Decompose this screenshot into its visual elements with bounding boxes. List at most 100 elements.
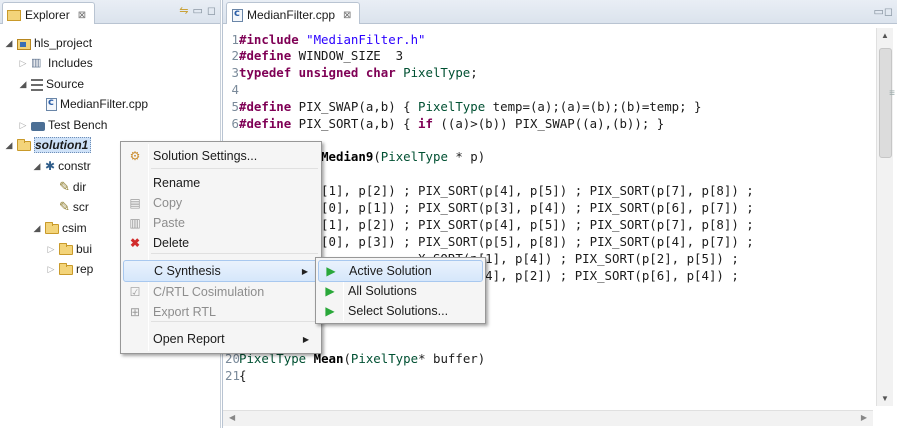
tree-item-label: Test Bench: [48, 118, 108, 132]
expanded-arrow-icon[interactable]: ◢: [4, 38, 14, 49]
code-line[interactable]: 2#define WINDOW_SIZE 3: [225, 48, 404, 64]
explorer-tabbar: Explorer ⊠ ⇋ ▭ ◻: [0, 0, 220, 24]
tree-item-label: constr: [58, 159, 91, 173]
editor-tabbar: MedianFilter.cpp ⊠ ▭◻: [223, 0, 897, 24]
scroll-left-icon[interactable]: ◀: [229, 413, 235, 422]
tree-item[interactable]: ▷ bui: [46, 239, 92, 259]
code-token: #define: [239, 99, 292, 114]
code-token: PIX_SWAP(a,b) {: [291, 99, 419, 114]
editor-tab[interactable]: MedianFilter.cpp ⊠: [226, 2, 361, 24]
expanded-arrow-icon[interactable]: ◢: [32, 223, 42, 234]
code-token: PIX_SORT(a,b) {: [291, 116, 419, 131]
overview-ruler-icon: ≡: [889, 88, 895, 99]
expanded-arrow-icon[interactable]: ◢: [18, 79, 28, 90]
code-token: * p): [447, 149, 486, 164]
code-area[interactable]: 1#include "MedianFilter.h" 2#define WINDO…: [225, 28, 875, 408]
copy-icon: ▤: [129, 196, 141, 210]
tree-item-label: rep: [76, 262, 94, 276]
tree-item[interactable]: ▷ ▥ Includes: [18, 53, 93, 73]
tree-item[interactable]: ◢ Source: [18, 74, 85, 94]
code-line[interactable]: 1#include "MedianFilter.h": [225, 32, 426, 48]
tree-item-label: Source: [46, 77, 85, 91]
minimize-icon[interactable]: ▭: [192, 5, 202, 17]
menu-item-open-report[interactable]: Open Report ▶: [123, 328, 319, 350]
code-line[interactable]: 3typedef unsigned char PixelType;: [225, 65, 478, 81]
menu-item-copy[interactable]: ▤ Copy: [123, 192, 319, 214]
tree-item-label: dir: [72, 180, 87, 194]
menu-item-delete[interactable]: ✖ Delete: [123, 232, 319, 254]
code-line[interactable]: 4: [225, 82, 239, 98]
explorer-tab[interactable]: Explorer ⊠: [2, 2, 96, 24]
collapsed-arrow-icon[interactable]: ▷: [46, 264, 56, 275]
explorer-tab-icon: [7, 10, 21, 21]
maximize-icon[interactable]: ▭◻: [873, 5, 893, 18]
code-token: PixelType: [403, 65, 471, 80]
submenu-arrow-icon: ▶: [302, 334, 309, 344]
code-token: if: [418, 116, 433, 131]
menu-item-paste[interactable]: ▥ Paste: [123, 212, 319, 234]
test-bench-icon: [31, 122, 45, 131]
menu-separator: [151, 253, 318, 254]
source-folder-icon: [31, 78, 43, 91]
cpp-file-icon: [46, 97, 57, 111]
menu-item-label: Export RTL: [153, 305, 216, 319]
code-editor: MedianFilter.cpp ⊠ ▭◻ 1#include "MedianF…: [222, 0, 897, 428]
menu-item-label: All Solutions: [348, 284, 417, 298]
menu-item-c-rtl-cosimulation[interactable]: ☑ C/RTL Cosimulation: [123, 281, 319, 303]
code-token: {: [239, 368, 247, 383]
code-line[interactable]: 6#define PIX_SORT(a,b) { if ((a)>(b)) PI…: [225, 116, 665, 132]
menu-item-label: Solution Settings...: [153, 149, 258, 163]
tree-item[interactable]: ◢ solution1: [4, 135, 92, 155]
scroll-up-icon[interactable]: ▲: [881, 31, 889, 40]
code-line[interactable]: 5#define PIX_SWAP(a,b) { PixelType temp=…: [225, 99, 702, 115]
line-number: 6: [231, 116, 239, 131]
collapsed-arrow-icon[interactable]: ▷: [18, 120, 28, 131]
code-token: temp=(a);(a)=(b);(b)=temp; }: [485, 99, 702, 114]
expanded-arrow-icon[interactable]: ◢: [32, 161, 42, 172]
maximize-icon[interactable]: ◻: [207, 5, 216, 17]
tree-item[interactable]: ▷ rep: [46, 259, 94, 279]
tree-item[interactable]: ◢ csim: [32, 218, 87, 238]
includes-icon: ▥: [31, 57, 42, 69]
folder-icon: [45, 222, 59, 234]
explorer-toolbar: ⇋ ▭ ◻: [179, 5, 216, 17]
tree-item[interactable]: ✎ scr: [46, 197, 89, 217]
scroll-right-icon[interactable]: ▶: [861, 413, 867, 422]
code-token: PixelType: [380, 149, 448, 164]
collapsed-arrow-icon[interactable]: ▷: [46, 244, 56, 255]
scroll-down-icon[interactable]: ▼: [881, 394, 889, 403]
horizontal-scrollbar[interactable]: ◀ ▶: [223, 410, 873, 426]
folder-icon: [17, 139, 31, 151]
expanded-arrow-icon[interactable]: ◢: [4, 140, 14, 151]
tree-item[interactable]: ◢ ✱ constr: [32, 156, 91, 176]
settings-icon: ⚙: [129, 149, 141, 163]
submenu-item-all-solutions[interactable]: ▶ All Solutions: [318, 280, 483, 302]
close-icon[interactable]: ⊠: [343, 10, 351, 21]
line-number: 2: [231, 48, 239, 63]
scroll-thumb[interactable]: [879, 48, 892, 158]
paste-icon: ▥: [129, 216, 141, 230]
menu-item-export-rtl[interactable]: ⊞ Export RTL: [123, 301, 319, 323]
explorer-tab-label: Explorer: [25, 8, 70, 22]
menu-item-solution-settings[interactable]: ⚙ Solution Settings...: [123, 145, 319, 167]
menu-item-c-synthesis[interactable]: C Synthesis ▶: [123, 260, 319, 282]
vertical-scrollbar[interactable]: ▲ ▼: [876, 28, 893, 406]
code-line[interactable]: 21{: [225, 368, 246, 384]
submenu-item-active-solution[interactable]: ▶ Active Solution: [318, 260, 483, 282]
close-icon[interactable]: ⊠: [78, 10, 86, 21]
cpp-file-icon: [232, 8, 243, 22]
directives-icon: ✎: [59, 179, 70, 194]
submenu-item-select-solutions[interactable]: ▶ Select Solutions...: [318, 300, 483, 322]
sync-icon[interactable]: ⇋: [179, 5, 188, 17]
code-token: ((a)>(b)) PIX_SWAP((a),(b)); }: [432, 116, 665, 131]
menu-item-label: Paste: [153, 216, 185, 230]
tree-item[interactable]: ▷ Test Bench: [18, 115, 108, 135]
menu-item-rename[interactable]: Rename: [123, 172, 319, 194]
tree-item[interactable]: ✎ dir: [46, 177, 86, 197]
collapsed-arrow-icon[interactable]: ▷: [18, 58, 28, 69]
script-icon: ✎: [59, 199, 70, 214]
tree-item[interactable]: ◢ hls_project: [4, 33, 93, 53]
submenu-arrow-icon: ▶: [301, 266, 308, 276]
tree-item[interactable]: MedianFilter.cpp: [32, 94, 148, 114]
